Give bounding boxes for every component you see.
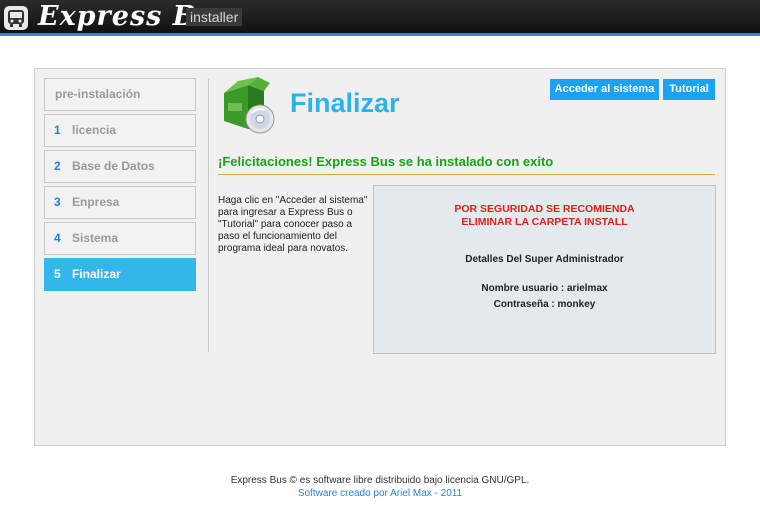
step-number: 2: [54, 159, 61, 173]
congrats-message: ¡Felicitaciones! Express Bus se ha insta…: [218, 154, 554, 169]
warning-line: ELIMINAR LA CARPETA INSTALL: [461, 216, 628, 228]
software-box-cd-icon: [218, 75, 278, 135]
tutorial-button[interactable]: Tutorial: [663, 79, 715, 100]
step-number: 5: [54, 267, 61, 281]
admin-details-title: Detalles Del Super Administrador: [465, 254, 624, 265]
security-warning: POR SEGURIDAD SE RECOMIENDA ELIMINAR LA …: [374, 203, 715, 229]
step-pre-install[interactable]: pre-instalación: [44, 78, 196, 111]
warning-line: POR SEGURIDAD SE RECOMIENDA: [454, 203, 635, 215]
brand-subtitle: installer: [186, 8, 243, 26]
step-label: licencia: [72, 123, 117, 137]
instructions-text: Haga clic en "Acceder al sistema" para i…: [218, 195, 368, 254]
step-label: Base de Datos: [72, 159, 155, 173]
footer-license: Express Bus © es software libre distribu…: [230, 475, 530, 486]
vertical-divider: [208, 79, 209, 352]
top-bar: Express Bus installer: [0, 0, 760, 36]
step-number: 4: [54, 231, 61, 245]
installer-panel: pre-instalación 1 licencia 2 Base de Dat…: [34, 68, 726, 446]
step-finish[interactable]: 5 Finalizar: [44, 258, 196, 291]
bus-icon: [4, 6, 28, 30]
admin-info-box: POR SEGURIDAD SE RECOMIENDA ELIMINAR LA …: [373, 185, 716, 354]
step-number: 1: [54, 123, 61, 137]
admin-password: Contraseña : monkey: [493, 299, 596, 310]
step-label: Finalizar: [72, 267, 121, 281]
step-database[interactable]: 2 Base de Datos: [44, 150, 196, 183]
step-label: pre-instalación: [55, 87, 141, 101]
step-system[interactable]: 4 Sistema: [44, 222, 196, 255]
step-company[interactable]: 3 Enpresa: [44, 186, 196, 219]
access-system-button[interactable]: Acceder al sistema: [550, 79, 659, 100]
footer-credit-link[interactable]: Software creado por Ariel Max - 2011: [0, 488, 760, 500]
step-label: Enpresa: [72, 195, 120, 209]
step-label: Sistema: [72, 231, 119, 245]
step-license[interactable]: 1 licencia: [44, 114, 196, 147]
admin-username: Nombre usuario : arielmax: [481, 283, 608, 294]
page-title: Finalizar: [290, 88, 400, 118]
step-number: 3: [54, 195, 61, 209]
horizontal-divider: [218, 174, 715, 175]
